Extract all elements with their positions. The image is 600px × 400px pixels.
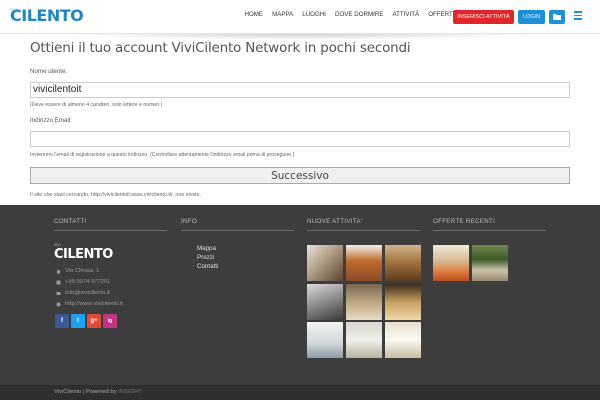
footer-divider (181, 230, 294, 231)
activity-thumbnail[interactable] (307, 284, 343, 320)
powered-by-link[interactable]: INSIGHT (118, 389, 142, 395)
phone-text: +39 0974 977201 (65, 279, 111, 285)
nav-item-luoghi[interactable]: LUOGHI (298, 11, 331, 19)
email-field[interactable] (30, 131, 570, 147)
activity-thumbnail[interactable] (346, 284, 382, 320)
address-text: Via Chiusa, 1 (65, 268, 100, 274)
footer-nuove-title: NUOVE ATTIVITA' (307, 218, 363, 225)
footer-divider (433, 230, 546, 231)
folder-button[interactable] (549, 10, 565, 24)
page-title: Ottieni il tuo account ViviCilento Netwo… (30, 40, 411, 56)
activity-thumbnail[interactable] (346, 322, 382, 358)
contact-phone: +39 0974 977201 (56, 279, 110, 285)
activity-thumbnail[interactable] (307, 322, 343, 358)
nav-item-mappa[interactable]: MAPPA (268, 11, 298, 19)
email-label: Indirizzo Email: (30, 117, 72, 124)
page: VIVI CILENTO HOME MAPPA LUOGHI DOVE DORM… (0, 0, 600, 400)
copyright-label: ViviCilento | Powered by (54, 389, 117, 395)
logo-main-text: CILENTO (10, 6, 84, 25)
nav-item-dove-dormire[interactable]: DOVE DORMIRE (331, 11, 388, 19)
globe-icon (56, 302, 61, 306)
home-icon (56, 269, 61, 273)
footer-link-contatti[interactable]: Contatti (197, 263, 218, 270)
username-value: vivicilentoit (33, 84, 82, 95)
contact-email[interactable]: info@vivicilento.it (56, 290, 110, 296)
offer-thumbnail[interactable] (472, 245, 508, 281)
phone-icon (56, 280, 61, 284)
activity-thumbnail[interactable] (385, 322, 421, 358)
next-button[interactable]: Successivo (30, 167, 570, 184)
activity-thumbnail[interactable] (385, 284, 421, 320)
folder-icon (553, 14, 561, 20)
site-logo[interactable]: VIVI CILENTO (10, 6, 84, 25)
google-plus-icon[interactable]: g+ (87, 314, 101, 328)
site-header: VIVI CILENTO HOME MAPPA LUOGHI DOVE DORM… (0, 0, 600, 34)
username-field[interactable]: vivicilentoit (30, 82, 570, 98)
main-nav: HOME MAPPA LUOGHI DOVE DORMIRE ATTIVITÀ … (240, 11, 461, 19)
footer-logo: VIVI CILENTO (54, 243, 113, 263)
instagram-icon[interactable]: ig (103, 314, 117, 328)
hamburger-menu-icon[interactable] (574, 11, 582, 21)
activity-thumbnail[interactable] (346, 245, 382, 281)
footer-logo-main: CILENTO (54, 247, 113, 262)
footer-divider (54, 230, 167, 231)
contact-address: Via Chiusa, 1 (56, 268, 99, 274)
mail-icon (56, 291, 61, 295)
nav-item-attivita[interactable]: ATTIVITÀ (388, 11, 424, 19)
login-button[interactable]: LOGIN (518, 10, 545, 24)
footer-contatti-title: CONTATTI (54, 218, 87, 225)
username-hint: (Deve essere di almeno 4 caratteri, solo… (30, 102, 163, 108)
footer-divider (307, 230, 420, 231)
footer-info-title: INFO (181, 218, 197, 225)
copyright-text: ViviCilento | Powered by INSIGHT (54, 389, 142, 395)
footer-link-prezzi[interactable]: Prezzi (197, 254, 214, 261)
website-text[interactable]: http://www.vivicilento.it (65, 301, 123, 307)
site-not-found-note: Il sito che stavi cercando, http://vivic… (30, 192, 202, 198)
activity-thumbnail[interactable] (385, 245, 421, 281)
contact-website[interactable]: http://www.vivicilento.it (56, 301, 123, 307)
activity-thumbnail[interactable] (307, 245, 343, 281)
signup-form: Ottieni il tuo account ViviCilento Netwo… (30, 38, 570, 58)
footer-offerte-title: OFFERTE RECENTI (433, 218, 496, 225)
email-text[interactable]: info@vivicilento.it (65, 290, 110, 296)
nav-item-home[interactable]: HOME (240, 11, 268, 19)
username-label: Nome utente: (30, 68, 68, 75)
email-hint: Invieremo l'email di registrazione a que… (30, 152, 295, 158)
footer-link-mappa[interactable]: Mappa (197, 245, 216, 252)
footer-logo-small: VIVI (54, 243, 61, 247)
facebook-icon[interactable]: f (55, 314, 69, 328)
logo-small-text: VIVI (10, 7, 19, 12)
offer-thumbnail[interactable] (433, 245, 469, 281)
twitter-icon[interactable]: t (71, 314, 85, 328)
insert-activity-button[interactable]: INSERISCI ATTIVITÀ (453, 10, 514, 24)
